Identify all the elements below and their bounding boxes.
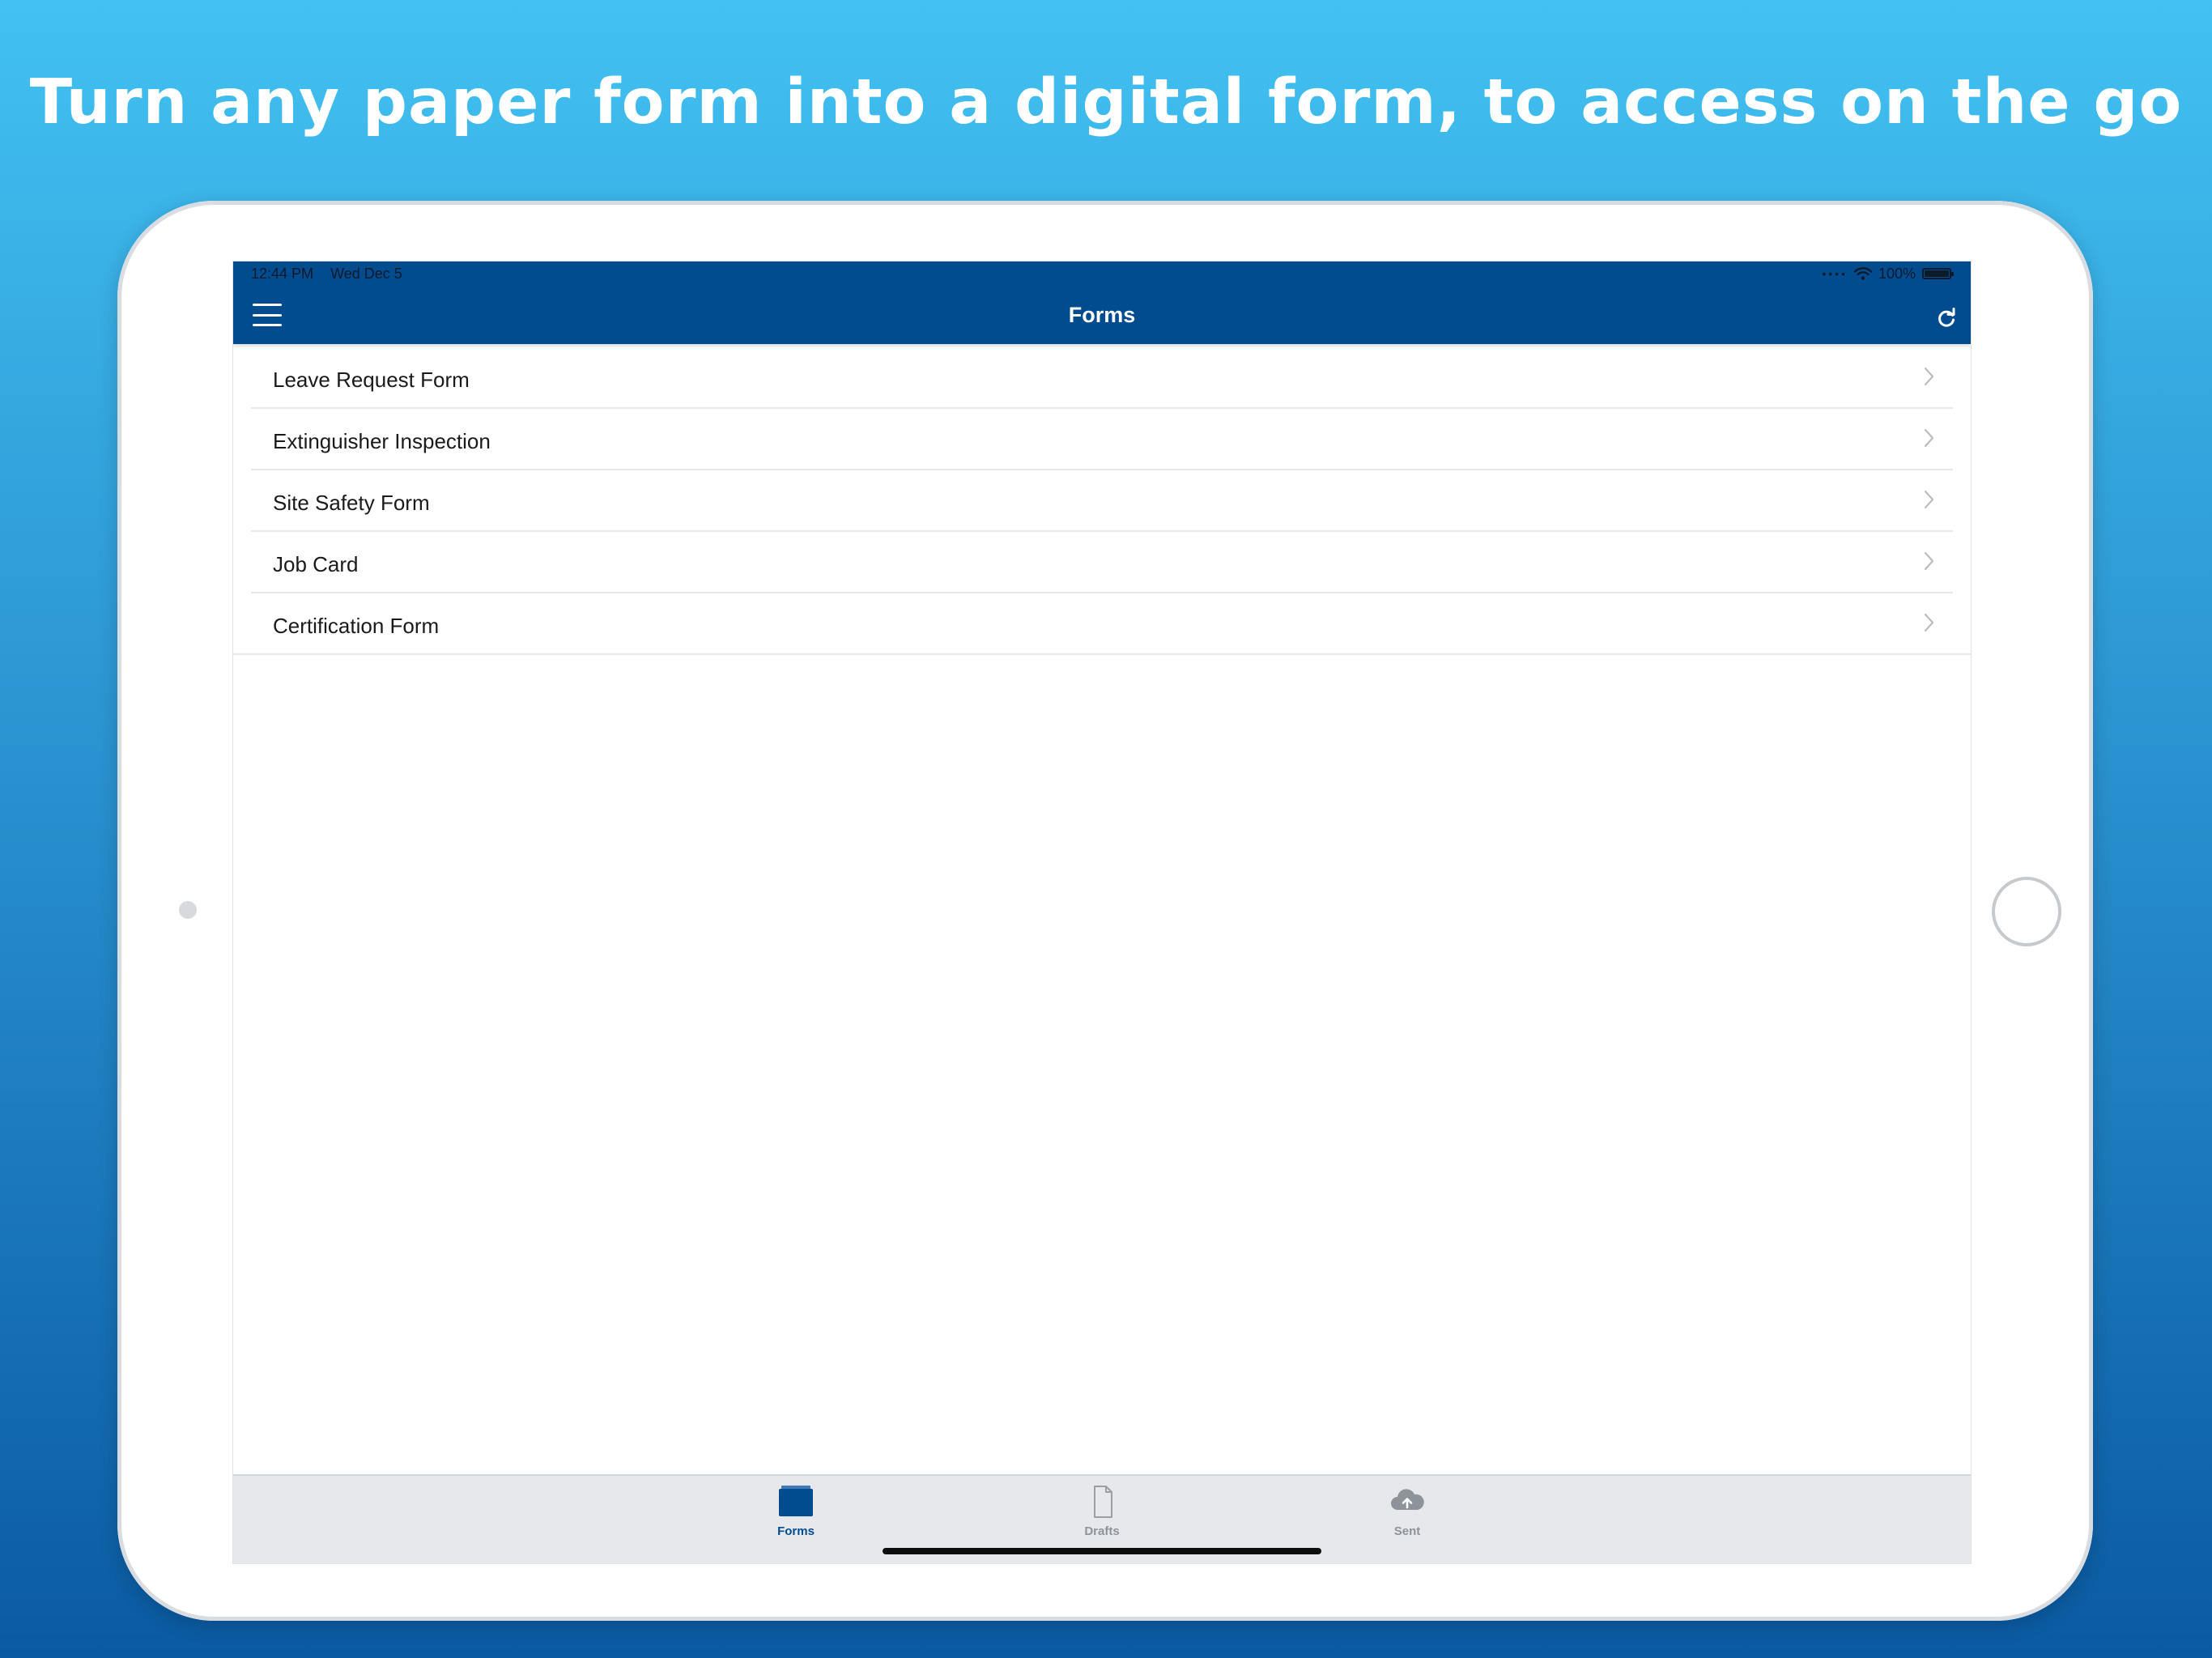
- home-button[interactable]: [1992, 877, 2061, 946]
- battery-percentage: 100%: [1878, 266, 1916, 282]
- form-label: Job Card: [273, 552, 359, 576]
- cloud-upload-icon: [1391, 1489, 1424, 1510]
- form-list-item[interactable]: Site Safety Form: [233, 470, 1971, 532]
- tab-label: Forms: [777, 1524, 815, 1538]
- home-indicator[interactable]: [883, 1548, 1321, 1554]
- tab-sent[interactable]: Sent: [1334, 1476, 1480, 1557]
- folder-icon: [779, 1486, 813, 1516]
- camera-icon: [179, 901, 197, 919]
- form-label: Certification Form: [273, 614, 440, 638]
- tab-bar: Forms Drafts Sent: [233, 1474, 1971, 1563]
- status-time: 12:44 PM: [251, 266, 314, 282]
- form-label: Leave Request Form: [273, 368, 470, 392]
- form-list-item[interactable]: Extinguisher Inspection: [233, 409, 1971, 470]
- form-label: Site Safety Form: [273, 491, 430, 515]
- tab-label: Sent: [1393, 1524, 1421, 1538]
- form-list: Leave Request Form Extinguisher Inspecti…: [233, 347, 1971, 655]
- chevron-right-icon: [1924, 613, 1934, 632]
- form-list-item[interactable]: Job Card: [233, 532, 1971, 593]
- headline: Turn any paper form into a digital form,…: [29, 66, 2183, 138]
- refresh-icon[interactable]: [1935, 307, 1958, 329]
- navigation-bar: Forms: [233, 286, 1971, 344]
- wifi-icon: [1853, 267, 1872, 280]
- chevron-right-icon: [1924, 490, 1934, 509]
- status-indicators: •••• 100%: [1822, 261, 1954, 286]
- tab-forms[interactable]: Forms: [723, 1476, 869, 1557]
- cellular-signal-icon: ••••: [1822, 267, 1848, 280]
- document-icon: [1094, 1486, 1112, 1518]
- chevron-right-icon: [1924, 367, 1934, 386]
- page-title: Forms: [1068, 303, 1136, 327]
- tab-label: Drafts: [1084, 1524, 1120, 1538]
- status-datetime: 12:44 PM Wed Dec 5: [251, 261, 415, 286]
- chevron-right-icon: [1924, 428, 1934, 448]
- form-label: Extinguisher Inspection: [273, 429, 491, 453]
- chevron-right-icon: [1924, 551, 1934, 571]
- status-bar: 12:44 PM Wed Dec 5 •••• 100%: [233, 261, 1971, 286]
- status-date: Wed Dec 5: [330, 266, 402, 282]
- form-list-item[interactable]: Certification Form: [233, 593, 1971, 655]
- battery-icon: [1922, 268, 1954, 279]
- form-list-item[interactable]: Leave Request Form: [233, 347, 1971, 409]
- tab-drafts[interactable]: Drafts: [1029, 1476, 1175, 1557]
- app-screen: 12:44 PM Wed Dec 5 •••• 100% Forms Leave…: [233, 261, 1971, 1563]
